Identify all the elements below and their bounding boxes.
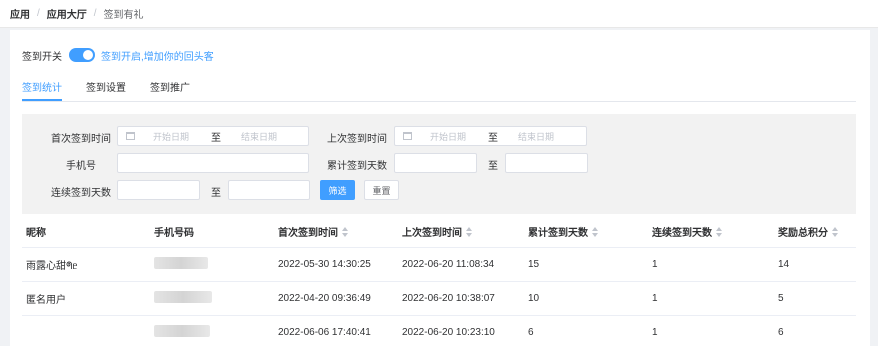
cell-first-signin: 2022-06-06 17:40:41 — [278, 327, 371, 338]
start-date-placeholder: 开始日期 — [153, 131, 190, 142]
breadcrumb: 应用 / 应用大厅 / 签到有礼 — [0, 0, 878, 28]
first-signin-label: 首次签到时间 — [51, 134, 111, 145]
breadcrumb-current: 签到有礼 — [103, 10, 144, 21]
col-total-days-label: 累计签到天数 — [528, 228, 588, 239]
calendar-icon — [126, 132, 135, 140]
col-first-signin[interactable]: 首次签到时间 — [278, 224, 348, 239]
end-date-placeholder: 结束日期 — [518, 131, 555, 142]
streak-days-min-input[interactable] — [117, 180, 200, 200]
breadcrumb-app-hall[interactable]: 应用大厅 — [47, 6, 87, 21]
cell-total-days: 6 — [528, 327, 534, 338]
filter-button[interactable]: 筛选 — [320, 180, 355, 200]
cell-nickname: 雨露心甜ᖗᥱ — [26, 261, 78, 272]
cell-total-days: 15 — [528, 259, 540, 270]
range-separator: 至 — [211, 132, 222, 144]
last-signin-label: 上次签到时间 — [327, 134, 387, 145]
phone-label: 手机号 — [66, 161, 96, 172]
cell-phone-masked — [154, 325, 210, 340]
col-last-signin[interactable]: 上次签到时间 — [402, 224, 472, 239]
breadcrumb-separator: / — [93, 8, 97, 19]
table-row[interactable]: 匿名用户 2022-04-20 09:36:49 2022-06-20 10:3… — [22, 282, 856, 316]
main-card: 签到开关 签到开启,增加你的回头客 签到统计 签到设置 签到推广 首次签到时间 … — [10, 30, 870, 346]
start-date-placeholder: 开始日期 — [430, 131, 467, 142]
col-points[interactable]: 奖励总积分 — [778, 224, 838, 239]
cell-streak-days: 1 — [652, 259, 658, 270]
signin-switch-row: 签到开关 签到开启,增加你的回头客 — [22, 48, 214, 63]
cell-nickname: 匿名用户 — [26, 295, 66, 306]
cell-streak-days: 1 — [652, 327, 658, 338]
col-streak-days[interactable]: 连续签到天数 — [652, 224, 722, 239]
total-days-min-input[interactable] — [394, 153, 477, 173]
calendar-icon — [403, 132, 412, 140]
tab-signin-promotion[interactable]: 签到推广 — [150, 82, 190, 101]
cell-last-signin: 2022-06-20 10:38:07 — [402, 293, 495, 304]
cell-streak-days: 1 — [652, 293, 658, 304]
table-row[interactable]: 雨露心甜ᖗᥱ 2022-05-30 14:30:25 2022-06-20 11… — [22, 248, 856, 282]
reset-button[interactable]: 重置 — [364, 180, 399, 200]
blurred-phone — [154, 325, 210, 337]
col-total-days[interactable]: 累计签到天数 — [528, 224, 598, 239]
blurred-phone — [154, 257, 208, 269]
cell-phone-masked — [154, 257, 208, 272]
cell-phone-masked — [154, 291, 212, 306]
breadcrumb-app[interactable]: 应用 — [10, 6, 30, 21]
cell-last-signin: 2022-06-20 11:08:34 — [402, 259, 495, 270]
sort-icon[interactable] — [832, 226, 838, 237]
range-separator: 至 — [211, 188, 221, 199]
signin-switch-hint: 签到开启,增加你的回头客 — [101, 51, 214, 63]
total-days-label: 累计签到天数 — [327, 161, 387, 172]
cell-points: 5 — [778, 293, 784, 304]
col-phone: 手机号码 — [154, 228, 194, 239]
cell-points: 6 — [778, 327, 784, 338]
phone-input[interactable] — [117, 153, 309, 173]
cell-total-days: 10 — [528, 293, 540, 304]
toggle-knob — [83, 50, 93, 60]
signin-toggle[interactable] — [69, 48, 95, 62]
sort-icon[interactable] — [466, 226, 472, 237]
range-separator: 至 — [488, 132, 499, 144]
range-separator: 至 — [488, 161, 498, 172]
filter-panel: 首次签到时间 开始日期 至 结束日期 上次签到时间 开始日期 至 结束日期 手机… — [22, 114, 856, 214]
total-days-max-input[interactable] — [505, 153, 588, 173]
cell-first-signin: 2022-05-30 14:30:25 — [278, 259, 371, 270]
cell-last-signin: 2022-06-20 10:23:10 — [402, 327, 495, 338]
col-last-signin-label: 上次签到时间 — [402, 228, 462, 239]
col-first-signin-label: 首次签到时间 — [278, 228, 338, 239]
cell-points: 14 — [778, 259, 790, 270]
signin-table: 昵称 手机号码 首次签到时间 上次签到时间 累计签到天数 连续签到天数 奖励总积… — [22, 216, 856, 346]
sort-icon[interactable] — [592, 226, 598, 237]
blurred-phone — [154, 291, 212, 303]
streak-days-label: 连续签到天数 — [51, 188, 111, 199]
tab-signin-settings[interactable]: 签到设置 — [86, 82, 126, 101]
signin-switch-label: 签到开关 — [22, 51, 62, 63]
col-points-label: 奖励总积分 — [778, 228, 828, 239]
first-signin-daterange[interactable]: 开始日期 至 结束日期 — [117, 126, 309, 146]
col-streak-days-label: 连续签到天数 — [652, 228, 712, 239]
cell-first-signin: 2022-04-20 09:36:49 — [278, 293, 371, 304]
table-row[interactable]: 2022-06-06 17:40:41 2022-06-20 10:23:10 … — [22, 316, 856, 346]
streak-days-max-input[interactable] — [228, 180, 310, 200]
tab-signin-stats[interactable]: 签到统计 — [22, 82, 62, 101]
tabs: 签到统计 签到设置 签到推广 — [22, 82, 856, 102]
table-header: 昵称 手机号码 首次签到时间 上次签到时间 累计签到天数 连续签到天数 奖励总积… — [22, 216, 856, 248]
breadcrumb-separator: / — [37, 8, 40, 19]
sort-icon[interactable] — [716, 226, 722, 237]
col-nickname: 昵称 — [26, 228, 46, 239]
last-signin-daterange[interactable]: 开始日期 至 结束日期 — [394, 126, 587, 146]
end-date-placeholder: 结束日期 — [241, 131, 278, 142]
sort-icon[interactable] — [342, 226, 348, 237]
